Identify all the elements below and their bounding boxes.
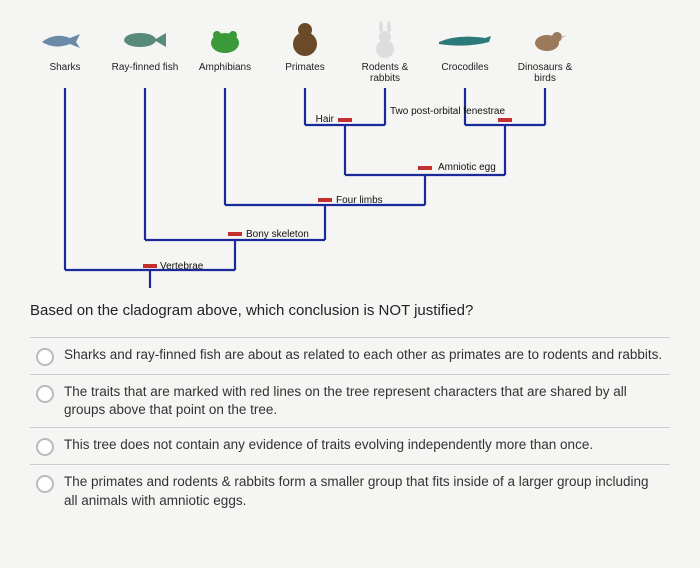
answer-option[interactable]: The primates and rodents & rabbits form …: [30, 464, 670, 517]
option-text: This tree does not contain any evidence …: [64, 436, 593, 454]
radio-icon[interactable]: [36, 438, 54, 456]
cladogram-diagram: Sharks Ray-finned fish Amphibians Primat…: [30, 20, 670, 290]
option-text: The traits that are marked with red line…: [64, 383, 664, 419]
cladogram-branches: [30, 20, 670, 290]
trait-four-limbs: Four limbs: [336, 195, 383, 206]
trait-bony-skeleton: Bony skeleton: [246, 229, 309, 240]
radio-icon[interactable]: [36, 385, 54, 403]
trait-vertebrae: Vertebrae: [160, 261, 203, 272]
trait-two-post-orbital: Two post-orbital fenestrae: [390, 107, 480, 117]
answer-option[interactable]: Sharks and ray-finned fish are about as …: [30, 337, 670, 374]
radio-icon[interactable]: [36, 348, 54, 366]
trait-amniotic-egg: Amniotic egg: [438, 162, 496, 173]
question-text: Based on the cladogram above, which conc…: [30, 302, 670, 319]
option-text: Sharks and ray-finned fish are about as …: [64, 346, 662, 364]
radio-icon[interactable]: [36, 475, 54, 493]
answer-option[interactable]: The traits that are marked with red line…: [30, 374, 670, 427]
trait-hair: Hair: [294, 114, 334, 125]
option-text: The primates and rodents & rabbits form …: [64, 473, 664, 509]
answer-option[interactable]: This tree does not contain any evidence …: [30, 427, 670, 464]
